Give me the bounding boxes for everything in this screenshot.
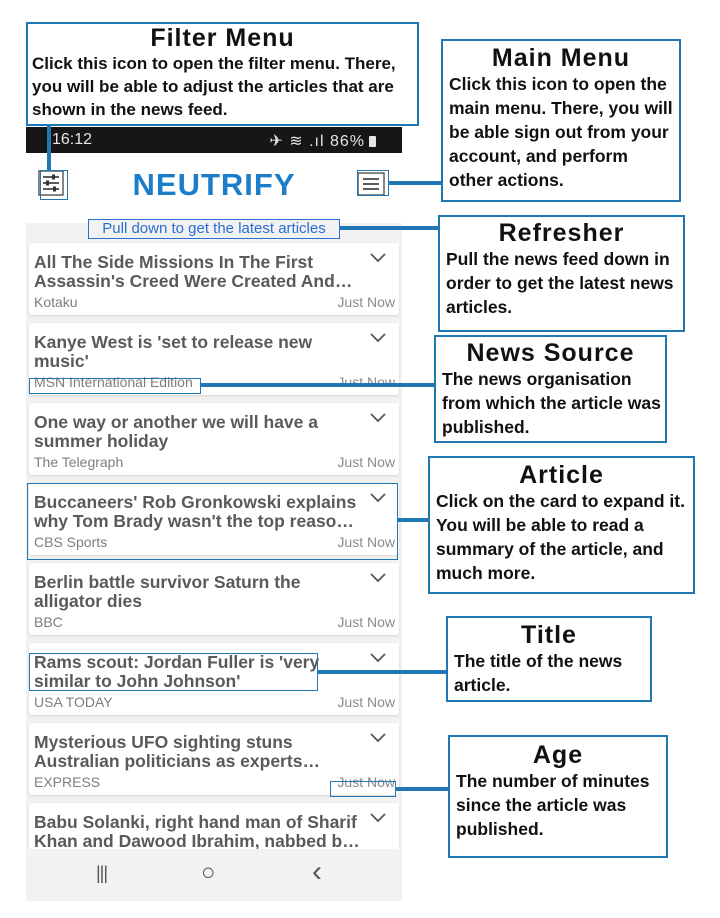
age-connector [396, 787, 448, 791]
article-age: Just Now [337, 614, 395, 630]
app-title: NEUTRIFY [132, 167, 296, 202]
callout-heading: Title [521, 621, 577, 649]
title-connector [318, 670, 448, 674]
callout-main-menu: Main Menu Click this icon to open the ma… [441, 39, 681, 202]
status-icons: ✈ ≋ .ıl 86% [269, 131, 376, 151]
article-source: The Telegraph [34, 454, 124, 470]
refresher-connector [340, 226, 440, 230]
battery-percent: 86% [329, 133, 365, 150]
article-card[interactable]: Mysterious UFO sighting stuns Australian… [29, 723, 399, 795]
article-title: One way or another we will have a summer… [34, 413, 318, 451]
callout-heading: Main Menu [491, 44, 631, 72]
article-age: Just Now [337, 534, 395, 550]
callout-heading: Article [519, 461, 604, 489]
battery-icon [369, 136, 376, 147]
callout-body: The news organisation from which the art… [442, 369, 661, 437]
chevron-down-icon[interactable] [370, 573, 386, 583]
callout-filter-menu: Filter Menu Click this icon to open the … [26, 22, 419, 126]
chevron-down-icon[interactable] [370, 813, 386, 823]
article-age: Just Now [337, 454, 395, 470]
article-card[interactable]: Rams scout: Jordan Fuller is 'very simil… [29, 643, 399, 715]
article-title: Kanye West is 'set to release new music' [34, 333, 313, 371]
article-age: Just Now [337, 694, 395, 710]
callout-title: Title The title of the news article. [446, 616, 652, 702]
callout-heading: Filter Menu [150, 24, 295, 52]
callout-body: The title of the news article. [454, 651, 623, 695]
phone-screen: 16:12 ✈ ≋ .ıl 86% NEUTRIFY Pull down to … [26, 127, 402, 901]
article-source: USA TODAY [34, 694, 113, 710]
callout-body: Click on the card to expand it. You will… [436, 491, 685, 583]
article-title: Mysterious UFO sighting stuns Australian… [34, 733, 303, 771]
signal-icons: ✈ ≋ .ıl [269, 133, 325, 150]
callout-heading: News Source [466, 339, 635, 367]
callout-body: Click this icon to open the filter menu.… [32, 54, 396, 119]
article-card[interactable]: All The Side Missions In The First Assas… [29, 243, 399, 315]
pull-to-refresh-hint[interactable]: Pull down to get the latest articles [88, 219, 340, 239]
chevron-down-icon[interactable] [370, 253, 386, 263]
callout-body: Click this icon to open the main menu. T… [449, 74, 673, 190]
callout-article: Article Click on the card to expand it. … [428, 456, 695, 594]
chevron-down-icon[interactable] [370, 413, 386, 423]
status-time: 16:12 [52, 131, 93, 148]
menu-connector [389, 181, 442, 185]
home-button[interactable]: ○ [201, 859, 216, 887]
chevron-down-icon[interactable] [370, 493, 386, 503]
article-title: Rams scout: Jordan Fuller is 'very simil… [34, 653, 320, 691]
article-title: Babu Solanki, right hand man of Sharif K… [34, 813, 357, 851]
source-connector [201, 383, 441, 387]
callout-news-source: News Source The news organisation from w… [434, 335, 667, 443]
article-title: Berlin battle survivor Saturn the alliga… [34, 573, 301, 611]
recents-button[interactable]: ||| [96, 863, 108, 884]
hamburger-icon[interactable] [357, 172, 385, 196]
callout-heading: Refresher [498, 219, 625, 247]
system-nav-bar: ||| ○ ‹ [26, 849, 402, 901]
article-title: All The Side Missions In The First Assas… [34, 253, 335, 291]
article-card[interactable]: One way or another we will have a summer… [29, 403, 399, 475]
filter-connector [47, 124, 51, 170]
article-age: Just Now [337, 374, 395, 390]
callout-heading: Age [532, 741, 584, 769]
callout-body: The number of minutes since the article … [456, 771, 650, 839]
article-age: Just Now [337, 294, 395, 310]
back-button[interactable]: ‹ [312, 855, 322, 889]
callout-body: Pull the news feed down in order to get … [446, 249, 674, 317]
article-title: Buccaneers' Rob Gronkowski explains why … [34, 493, 357, 531]
article-source: BBC [34, 614, 63, 630]
chevron-down-icon[interactable] [370, 653, 386, 663]
article-source: MSN International Edition [34, 374, 193, 390]
article-connector [398, 518, 430, 522]
callout-age: Age The number of minutes since the arti… [448, 735, 668, 858]
article-source: CBS Sports [34, 534, 108, 550]
callout-refresher: Refresher Pull the news feed down in ord… [438, 215, 685, 332]
chevron-down-icon[interactable] [370, 733, 386, 743]
article-card[interactable]: Berlin battle survivor Saturn the alliga… [29, 563, 399, 635]
status-bar: 16:12 ✈ ≋ .ıl 86% [26, 127, 402, 153]
chevron-down-icon[interactable] [370, 333, 386, 343]
article-source: EXPRESS [34, 774, 101, 790]
article-card[interactable]: Buccaneers' Rob Gronkowski explains why … [29, 483, 399, 555]
article-source: Kotaku [34, 294, 78, 310]
app-bar: NEUTRIFY [26, 153, 402, 223]
article-age: Just Now [337, 774, 395, 790]
